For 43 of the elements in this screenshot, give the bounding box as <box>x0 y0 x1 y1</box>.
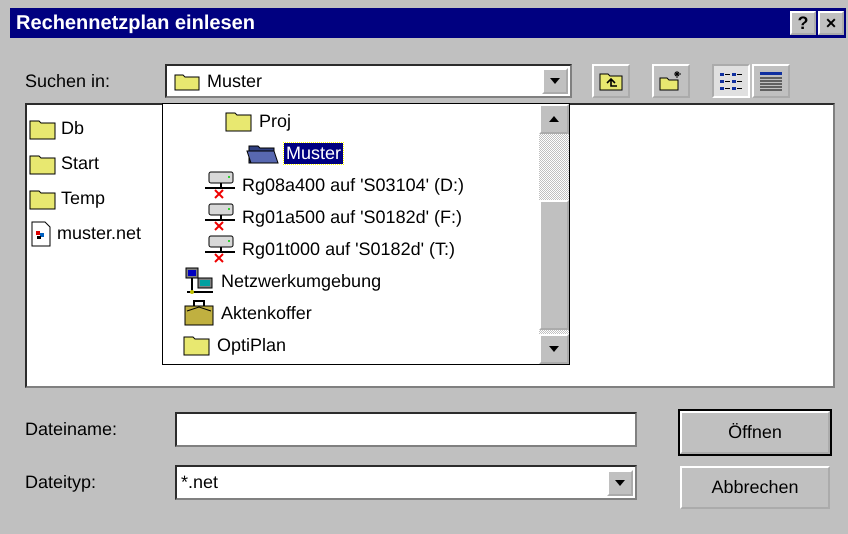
file-name[interactable]: Temp <box>61 188 106 209</box>
scroll-up-icon[interactable] <box>539 104 569 134</box>
network-drive-icon <box>204 171 236 199</box>
up-tool-button[interactable] <box>592 64 630 98</box>
details-view-icon <box>758 70 784 92</box>
look-in-label: Suchen in: <box>25 70 112 92</box>
folder-list-item[interactable]: Muster <box>284 142 344 164</box>
new-folder-icon <box>658 70 684 92</box>
file-type-dropdown[interactable]: *.net <box>175 465 637 500</box>
network-drive-icon <box>204 203 236 231</box>
network-computers-icon <box>183 266 215 296</box>
scroll-down-icon[interactable] <box>539 334 569 364</box>
help-button[interactable]: ? <box>790 11 816 35</box>
folder-icon <box>29 188 57 210</box>
list-view-icon <box>718 70 744 92</box>
look-in-dropdown[interactable]: Muster <box>165 64 572 98</box>
network-drive-icon <box>204 235 236 263</box>
folder-list-item[interactable]: Proj <box>257 110 294 132</box>
folder-list-item[interactable]: Aktenkoffer <box>219 302 314 324</box>
window-title: Rechennetzplan einlesen <box>16 12 256 34</box>
folder-list-item[interactable]: Netzwerkumgebung <box>219 270 384 292</box>
open-button[interactable]: Öffnen <box>680 411 830 454</box>
file-name-field[interactable] <box>175 412 637 447</box>
folder-list-item[interactable]: Rg08a400 auf 'S03104' (D:) <box>240 174 466 196</box>
new-folder-tool-button[interactable] <box>652 64 690 98</box>
file-name[interactable]: Start <box>61 153 100 174</box>
scrollbar[interactable] <box>539 104 569 364</box>
document-icon <box>29 220 53 246</box>
close-button[interactable]: × <box>818 11 844 35</box>
folder-icon <box>29 152 57 174</box>
cancel-button[interactable]: Abbrechen <box>680 466 830 509</box>
file-name[interactable]: Db <box>61 118 84 139</box>
file-name-label: Dateiname: <box>25 419 118 440</box>
folder-icon <box>29 118 57 140</box>
folder-list-item[interactable]: Rg01t000 auf 'S0182d' (T:) <box>240 238 458 260</box>
folder-list-item[interactable]: Rg01a500 auf 'S0182d' (F:) <box>240 206 464 228</box>
file-type-label: Dateityp: <box>25 472 98 493</box>
scrollbar-thumb[interactable] <box>539 200 569 330</box>
list-tool-button[interactable] <box>712 64 750 98</box>
briefcase-icon <box>183 299 215 327</box>
details-tool-button[interactable] <box>752 64 790 98</box>
folder-list-item[interactable]: OptiPlan <box>215 334 288 356</box>
file-name[interactable]: muster.net <box>57 223 142 244</box>
